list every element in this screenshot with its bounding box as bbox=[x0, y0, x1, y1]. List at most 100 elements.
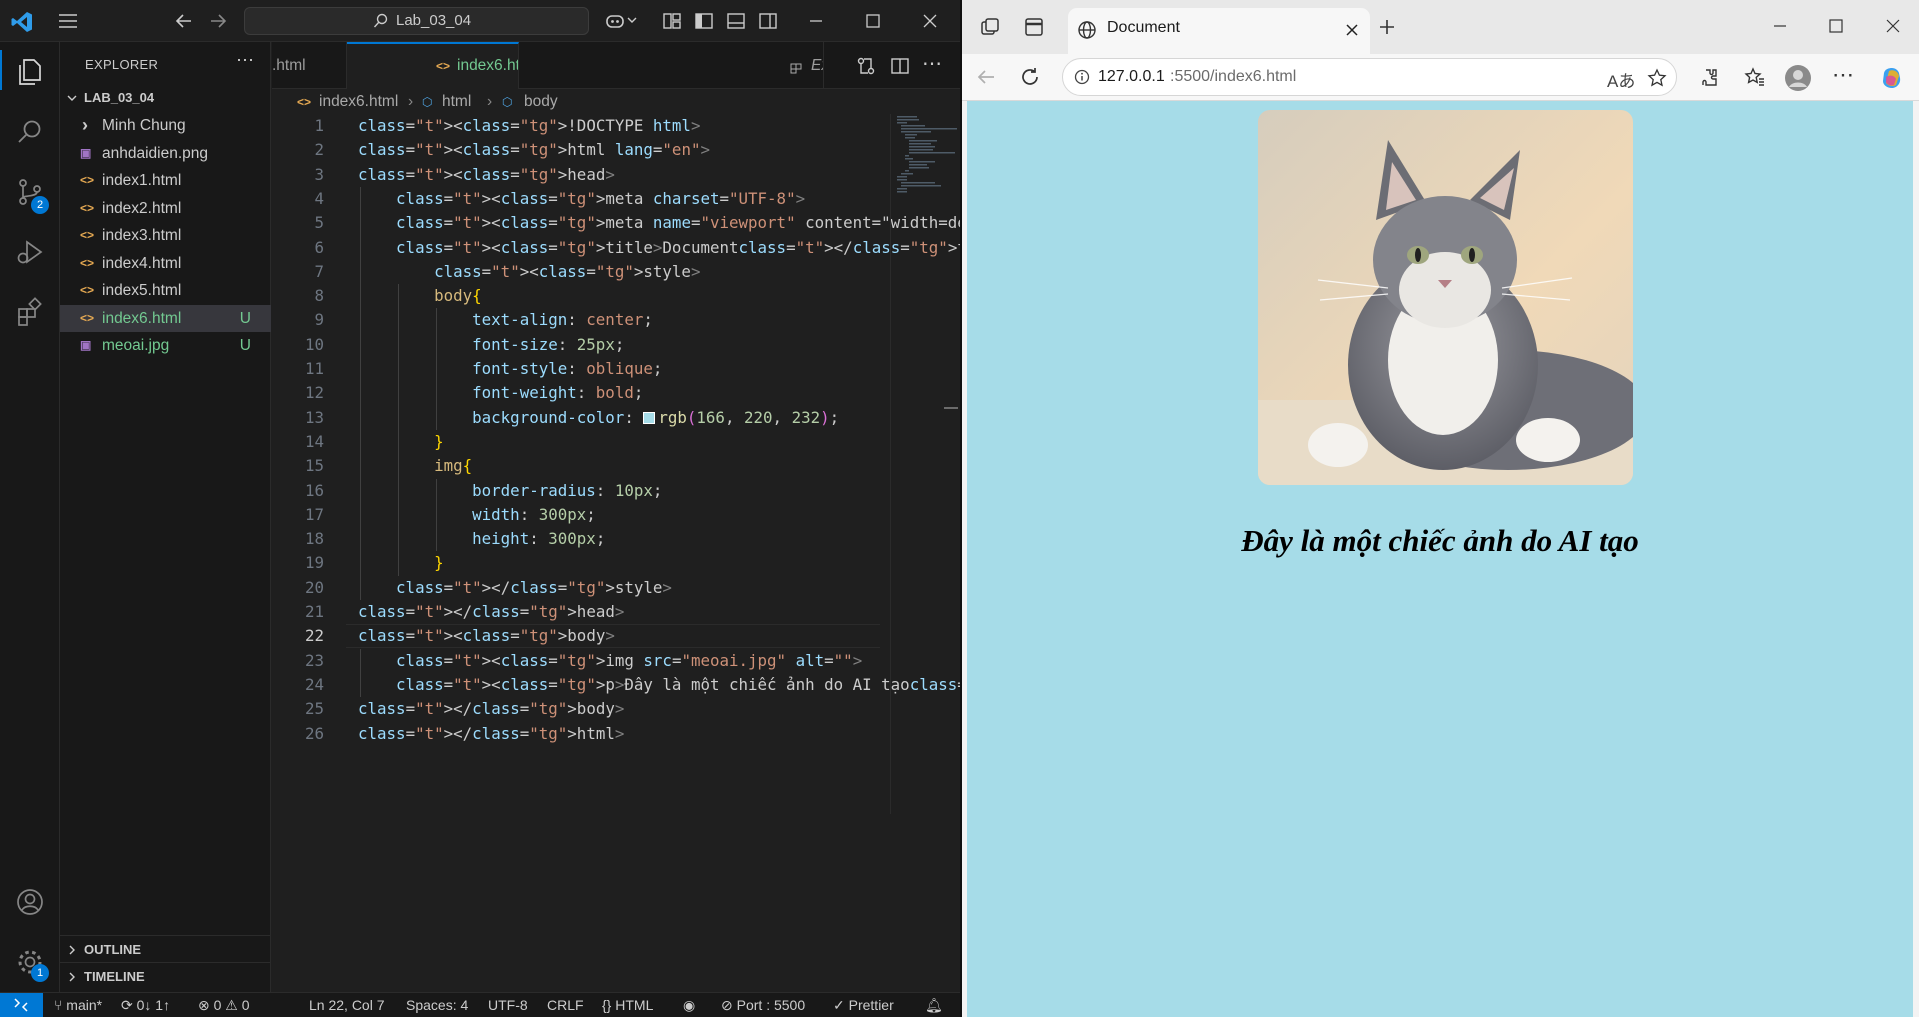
explorer-icon[interactable] bbox=[14, 56, 46, 88]
search-icon[interactable] bbox=[14, 116, 46, 148]
tab-prettier-extension[interactable]: Extension: Prettier - Code formatter bbox=[519, 42, 824, 89]
new-tab-plus-icon[interactable] bbox=[1378, 18, 1396, 36]
cursor-position[interactable]: Ln 22, Col 7 bbox=[309, 993, 385, 1017]
file-tree-item[interactable]: <> index6.html U bbox=[60, 304, 271, 332]
encoding[interactable]: UTF-8 bbox=[488, 993, 528, 1017]
code-line: class="t"></class="tg">body> bbox=[358, 699, 625, 719]
file-tree-item[interactable]: › Minh Chung bbox=[60, 112, 271, 139]
toggle-secondary-sidebar-icon[interactable] bbox=[757, 10, 779, 32]
html-file-icon: <> bbox=[297, 95, 312, 109]
file-name: meoai.jpg bbox=[102, 337, 170, 354]
line-number: 26 bbox=[304, 723, 324, 743]
breadcrumb: <> index6.html › ⬡ html › ⬡ body bbox=[272, 90, 960, 114]
favorite-star-icon[interactable] bbox=[1647, 68, 1667, 88]
browser-tab-document[interactable]: Document bbox=[1068, 8, 1370, 54]
outline-section[interactable]: OUTLINE bbox=[60, 935, 271, 962]
page-caption: Đây là một chiếc ảnh do AI tạo bbox=[1241, 523, 1639, 558]
run-and-debug-icon[interactable] bbox=[14, 236, 46, 268]
menu-icon[interactable] bbox=[57, 10, 79, 32]
minimap[interactable] bbox=[890, 114, 960, 814]
source-control-badge: 2 bbox=[31, 196, 49, 214]
remote-icon bbox=[14, 998, 28, 1012]
timeline-section[interactable]: TIMELINE bbox=[60, 962, 271, 989]
line-number: 19 bbox=[304, 553, 324, 573]
branch-item[interactable]: ⑂ main* bbox=[54, 993, 102, 1017]
file-tree-item[interactable]: <> index5.html bbox=[60, 277, 271, 304]
copilot-icon[interactable] bbox=[604, 10, 626, 32]
back-arrow-icon[interactable] bbox=[173, 10, 195, 32]
breadcrumb-item[interactable]: html bbox=[442, 90, 471, 114]
split-editor-icon[interactable] bbox=[890, 56, 910, 76]
settings-more-icon[interactable]: ⋯ bbox=[1832, 62, 1854, 88]
indentation[interactable]: Spaces: 4 bbox=[406, 993, 468, 1017]
compare-changes-icon[interactable] bbox=[856, 56, 876, 76]
toggle-primary-sidebar-icon[interactable] bbox=[693, 10, 715, 32]
remote-button[interactable] bbox=[0, 993, 43, 1017]
file-name: Minh Chung bbox=[102, 117, 186, 134]
indent-guide bbox=[436, 308, 437, 430]
extension-icon bbox=[790, 63, 802, 74]
toggle-panel-icon[interactable] bbox=[725, 10, 747, 32]
breadcrumb-item[interactable]: body bbox=[524, 90, 558, 114]
maximize-icon[interactable] bbox=[862, 10, 884, 32]
file-tree-item[interactable]: <> index4.html bbox=[60, 250, 271, 277]
html-file-icon: <> bbox=[80, 173, 95, 187]
minimize-icon[interactable] bbox=[805, 10, 827, 32]
more-actions-icon[interactable]: ⋯ bbox=[922, 51, 942, 76]
command-center-search[interactable]: Lab_03_04 bbox=[244, 7, 589, 35]
forward-arrow-icon[interactable] bbox=[207, 10, 229, 32]
minimize-icon[interactable] bbox=[1771, 17, 1789, 35]
accounts-icon[interactable] bbox=[14, 886, 46, 918]
notifications-bell-icon[interactable]: 🔔︎ bbox=[925, 993, 943, 1017]
close-tab-icon[interactable] bbox=[1346, 24, 1358, 36]
file-tree-item[interactable]: ▣ meoai.jpg U bbox=[60, 332, 271, 359]
end-of-line[interactable]: CRLF bbox=[547, 993, 584, 1017]
live-server-icon: ⊘ bbox=[721, 997, 737, 1013]
workspaces-icon[interactable] bbox=[979, 16, 1001, 38]
more-actions-icon[interactable]: ⋯ bbox=[236, 50, 254, 71]
editor-tabs: .html <> index6.html U Extension: Pretti… bbox=[272, 42, 960, 89]
file-tree-item[interactable]: <> index3.html bbox=[60, 222, 271, 249]
port-label: Port : 5500 bbox=[736, 997, 806, 1013]
profile-avatar[interactable] bbox=[1784, 64, 1812, 92]
copilot-icon[interactable] bbox=[1879, 65, 1905, 91]
read-aloud-icon[interactable]: Aあ bbox=[1607, 67, 1635, 92]
sync-item[interactable]: ⟳ 0↓ 1↑ bbox=[121, 993, 170, 1017]
close-window-icon[interactable] bbox=[919, 10, 941, 32]
code-editor[interactable]: 1 class="t"><class="tg">!DOCTYPE html> 2 cl… bbox=[272, 114, 1148, 814]
vertical-tabs-icon[interactable] bbox=[1023, 16, 1045, 38]
chevron-down-icon[interactable] bbox=[626, 14, 638, 26]
file-name: index1.html bbox=[102, 172, 182, 189]
browser-tab-bar: Document bbox=[962, 0, 1919, 54]
file-tree-item[interactable]: <> index1.html bbox=[60, 167, 271, 194]
favorites-icon[interactable] bbox=[1744, 66, 1766, 88]
code-line: width: 300px; bbox=[472, 504, 596, 524]
file-tree-item[interactable]: ▣ anhdaidien.png bbox=[60, 140, 271, 167]
prettier-item[interactable]: ✓ Prettier bbox=[833, 993, 894, 1017]
close-window-icon[interactable] bbox=[1884, 17, 1902, 35]
extensions-puzzle-icon[interactable] bbox=[1699, 67, 1719, 87]
live-server-item[interactable]: ⊘ Port : 5500 bbox=[721, 993, 805, 1017]
code-line: font-style: oblique; bbox=[472, 359, 663, 378]
address-bar[interactable]: 127.0.0.1 :5500/index6.html Aあ bbox=[1062, 58, 1677, 96]
error-icon: ⊗ bbox=[198, 997, 214, 1013]
extensions-icon[interactable] bbox=[14, 296, 46, 328]
project-folder[interactable]: LAB_03_04 bbox=[60, 86, 271, 110]
code-line: class="t"><class="tg">!DOCTYPE html> bbox=[358, 116, 701, 135]
breadcrumb-item[interactable]: index6.html bbox=[319, 90, 398, 114]
tab-index6-html[interactable]: <> index6.html U bbox=[347, 42, 519, 89]
tab-label: .html bbox=[272, 57, 306, 74]
language-mode[interactable]: {} HTML bbox=[602, 993, 653, 1017]
maximize-icon[interactable] bbox=[1827, 17, 1845, 35]
refresh-icon[interactable] bbox=[1019, 66, 1041, 88]
copilot-status-icon[interactable]: ◉ bbox=[683, 993, 695, 1017]
browser-window: Document 127.0.0.1 :5500/index6.html Aあ … bbox=[962, 0, 1919, 1017]
problems-item[interactable]: ⊗ 0 ⚠ 0 bbox=[198, 993, 250, 1017]
file-tree-item[interactable]: <> index2.html bbox=[60, 195, 271, 222]
tab-previous-html[interactable]: .html bbox=[272, 42, 347, 89]
back-arrow-icon[interactable] bbox=[975, 66, 997, 88]
info-icon[interactable] bbox=[1074, 69, 1090, 85]
customize-layout-icon[interactable] bbox=[661, 10, 683, 32]
line-number: 18 bbox=[304, 529, 324, 549]
cat-photo bbox=[1258, 110, 1633, 485]
